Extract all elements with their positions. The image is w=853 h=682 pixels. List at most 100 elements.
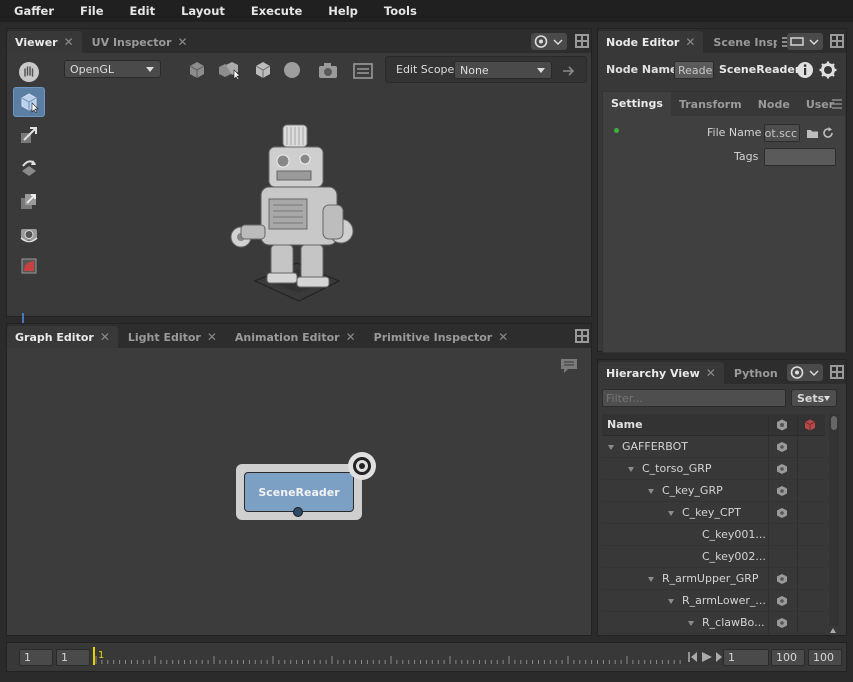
tree-row[interactable]: C_key_CPT [602, 502, 825, 524]
visible-start-field[interactable]: 1 [56, 649, 90, 666]
menu-file[interactable]: File [80, 4, 104, 18]
crop-window-tool-button[interactable] [13, 251, 45, 281]
shading-mode-icon[interactable] [187, 60, 207, 80]
sets-dropdown[interactable]: Sets [791, 389, 837, 407]
edit-scope-dropdown[interactable]: None [454, 61, 552, 79]
tree-row[interactable]: C_key001... [602, 524, 825, 546]
tab-transform[interactable]: Transform [671, 98, 750, 111]
menu-edit[interactable]: Edit [130, 4, 156, 18]
menu-gaffer[interactable]: Gaffer [14, 4, 54, 18]
camera-tool-button[interactable] [13, 219, 45, 249]
tab-primitive-inspector[interactable]: Primitive Inspector ✕ [366, 326, 517, 348]
renderer-dropdown[interactable]: OpenGL [64, 60, 161, 78]
tab-animation-editor[interactable]: Animation Editor ✕ [227, 326, 364, 348]
tree-row[interactable]: R_clawBo... [602, 612, 825, 634]
play-icon[interactable] [701, 651, 713, 663]
tree-row[interactable]: C_torso_GRP [602, 458, 825, 480]
focus-node-icon[interactable] [348, 452, 376, 480]
menu-execute[interactable]: Execute [251, 4, 302, 18]
tab-uv-inspector[interactable]: UV Inspector ✕ [84, 31, 196, 53]
arrow-right-icon[interactable] [562, 65, 576, 77]
scrollbar-thumb[interactable] [831, 416, 837, 430]
expand-triangle-icon[interactable] [648, 577, 654, 582]
layout-grid-icon[interactable] [575, 34, 589, 48]
close-icon[interactable]: ✕ [100, 330, 110, 344]
hand-tool-button[interactable] [13, 57, 45, 87]
graph-canvas[interactable]: SceneReader [7, 348, 591, 635]
close-icon[interactable]: ✕ [64, 35, 74, 49]
expand-triangle-icon[interactable] [668, 511, 674, 516]
tree-row[interactable]: C_key002... [602, 546, 825, 568]
tree-row[interactable]: GAFFERBOT [602, 436, 825, 458]
expand-triangle-icon[interactable] [668, 599, 674, 604]
expansion-icon[interactable] [217, 60, 241, 80]
layout-grid-icon[interactable] [575, 329, 589, 343]
expand-triangle-icon[interactable] [648, 489, 654, 494]
close-icon[interactable]: ✕ [346, 330, 356, 344]
tags-field[interactable] [764, 148, 836, 166]
selection-tool-button[interactable] [13, 87, 45, 117]
tab-node[interactable]: Node [750, 98, 798, 111]
node-name-field[interactable]: Reader [674, 61, 714, 79]
menu-tools[interactable]: Tools [384, 4, 417, 18]
menu-icon[interactable] [832, 99, 842, 109]
scale-tool-button[interactable] [13, 186, 45, 216]
rotate-tool-button[interactable] [13, 153, 45, 183]
tab-hierarchy-view[interactable]: Hierarchy View ✕ [598, 362, 724, 384]
tab-scene-inspector[interactable]: Scene Insp [705, 31, 777, 53]
scene-reader-node[interactable]: SceneReader [236, 464, 362, 520]
tab-settings[interactable]: Settings [603, 92, 671, 116]
scroll-up-icon[interactable] [830, 628, 836, 633]
close-icon[interactable]: ✕ [685, 35, 695, 49]
visibility-icon[interactable] [776, 573, 788, 585]
tab-graph-editor[interactable]: Graph Editor ✕ [7, 326, 118, 348]
current-frame-field[interactable]: 1 [723, 649, 769, 666]
layout-grid-icon[interactable] [830, 34, 844, 48]
tab-python[interactable]: Python [726, 362, 786, 384]
tree-row[interactable]: C_key_GRP [602, 480, 825, 502]
expand-triangle-icon[interactable] [608, 445, 614, 450]
tab-viewer[interactable]: Viewer ✕ [7, 31, 82, 53]
annotation-icon[interactable] [559, 357, 579, 375]
visibility-icon[interactable] [776, 485, 788, 497]
layout-grid-icon[interactable] [830, 365, 844, 379]
step-back-icon[interactable] [688, 651, 698, 663]
visible-end-field[interactable]: 100 [771, 649, 805, 666]
sphere-icon[interactable] [282, 60, 302, 80]
viewer-viewport[interactable]: OpenGL Edit Scope None [7, 53, 591, 336]
visibility-icon[interactable] [776, 463, 788, 475]
translate-tool-button[interactable] [13, 120, 45, 150]
visibility-icon[interactable] [776, 507, 788, 519]
close-icon[interactable]: ✕ [207, 330, 217, 344]
frame-slider[interactable]: 1 [93, 646, 685, 668]
close-icon[interactable]: ✕ [498, 330, 508, 344]
node-output-plug[interactable] [293, 507, 303, 517]
scrollbar[interactable] [829, 414, 839, 626]
folder-icon[interactable] [806, 128, 819, 139]
filter-input[interactable] [602, 389, 786, 407]
pin-menu-icon[interactable] [531, 33, 567, 50]
tree-row[interactable]: R_armUpper_GRP [602, 568, 825, 590]
range-end-field[interactable]: 100 [808, 649, 842, 666]
info-icon[interactable] [796, 61, 814, 79]
visibility-icon[interactable] [776, 595, 788, 607]
gear-icon[interactable] [819, 61, 837, 79]
menu-layout[interactable]: Layout [181, 4, 225, 18]
reload-icon[interactable] [822, 127, 834, 139]
tab-light-editor[interactable]: Light Editor ✕ [120, 326, 225, 348]
selection-column-icon[interactable] [803, 418, 817, 432]
inspector-icon[interactable] [352, 61, 374, 81]
tab-node-editor[interactable]: Node Editor ✕ [598, 31, 704, 53]
current-frame-marker[interactable] [93, 647, 95, 665]
visibility-icon[interactable] [776, 617, 788, 629]
visibility-column-icon[interactable] [775, 418, 789, 432]
file-name-field[interactable]: ot.scc [764, 124, 800, 142]
visibility-icon[interactable] [776, 441, 788, 453]
camera-icon[interactable] [317, 61, 339, 81]
expand-triangle-icon[interactable] [688, 621, 694, 626]
wireframe-cube-icon[interactable] [253, 60, 273, 80]
range-start-field[interactable]: 1 [19, 649, 53, 666]
pin-menu-icon[interactable] [787, 33, 823, 50]
tree-row[interactable]: R_armLower_... [602, 590, 825, 612]
close-icon[interactable]: ✕ [178, 35, 188, 49]
